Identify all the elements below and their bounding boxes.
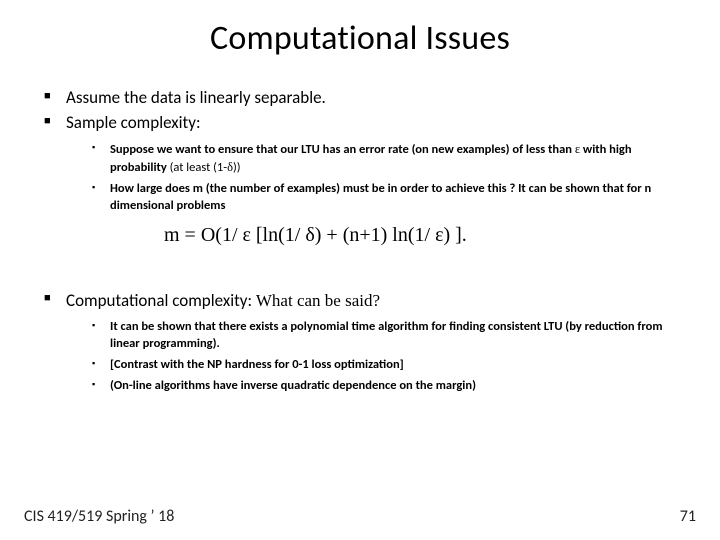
slide-content: Assume the data is linearly separable. S… xyxy=(0,59,720,395)
bullet-assume: Assume the data is linearly separable. xyxy=(44,87,676,110)
txt: Computational complexity: xyxy=(66,290,256,311)
sub-error-rate: Suppose we want to ensure that our LTU h… xyxy=(92,141,676,177)
formula: m = O(1/ ε [ln(1/ δ) + (n+1) ln(1/ ε) ]. xyxy=(164,224,676,247)
word-consistent: consistent xyxy=(488,319,541,334)
txt: )) xyxy=(233,160,241,175)
sub-list-2: It can be shown that there exists a poly… xyxy=(66,319,676,395)
sub-np-hardness: [Contrast with the NP hardness for 0-1 l… xyxy=(92,357,676,374)
txt: (the number of examples) must be in orde… xyxy=(203,181,645,196)
txt: dimensional problems xyxy=(110,198,225,213)
sub-list-1: Suppose we want to ensure that our LTU h… xyxy=(66,141,676,215)
bullet-computational-complexity: Computational complexity: What can be sa… xyxy=(44,289,676,394)
bullet-list-2: Computational complexity: What can be sa… xyxy=(44,289,676,394)
bullet-sample-complexity: Sample complexity: Suppose we want to en… xyxy=(44,112,676,214)
footer-page-number: 71 xyxy=(680,507,696,526)
spacer xyxy=(44,263,676,289)
sub-how-large-m: How large does m (the number of examples… xyxy=(92,181,676,215)
slide-title: Computational Issues xyxy=(0,0,720,59)
var-n: n xyxy=(645,181,652,196)
sub-polynomial: It can be shown that there exists a poly… xyxy=(92,319,676,353)
txt: (at least (1- xyxy=(170,160,227,175)
txt: It can be shown that there exists a poly… xyxy=(110,319,488,334)
sub-online-algorithms: (On-line algorithms have inverse quadrat… xyxy=(92,378,676,395)
footer-course: CIS 419/519 Spring ’ 18 xyxy=(24,507,174,526)
slide: Computational Issues Assume the data is … xyxy=(0,0,720,540)
comp-complexity-head: Computational complexity: What can be sa… xyxy=(66,290,380,311)
txt: Suppose we want to ensure that our LTU h… xyxy=(110,142,575,157)
bullet-sample-complexity-text: Sample complexity: xyxy=(66,112,201,133)
txt: How large does xyxy=(110,181,193,196)
footer: CIS 419/519 Spring ’ 18 71 xyxy=(24,507,696,526)
var-m: m xyxy=(193,181,203,196)
bullet-list-1: Assume the data is linearly separable. S… xyxy=(44,87,676,214)
txt: What can be said? xyxy=(256,291,380,310)
